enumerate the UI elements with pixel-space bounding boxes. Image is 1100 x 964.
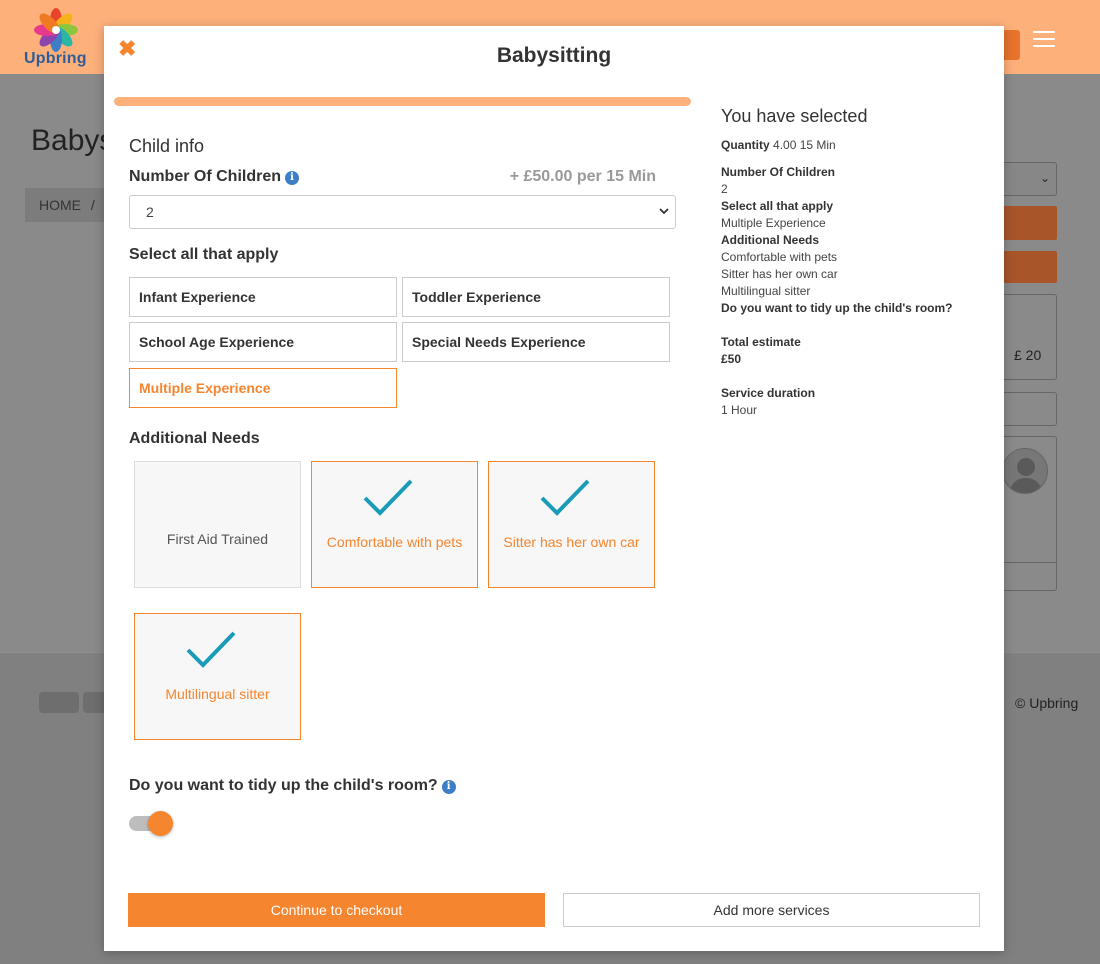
chevron-down-icon bbox=[659, 208, 669, 215]
summary-needs-label: Additional Needs bbox=[721, 233, 820, 247]
background-card bbox=[1000, 392, 1057, 426]
summary-quantity-label: Quantity bbox=[721, 138, 770, 152]
breadcrumb: HOME / bbox=[25, 188, 115, 222]
background-price-card bbox=[1000, 294, 1057, 380]
divider bbox=[1000, 562, 1057, 563]
need-label: First Aid Trained bbox=[166, 531, 269, 547]
tidy-room-label: Do you want to tidy up the child's room?… bbox=[129, 777, 456, 795]
option-special-needs-experience[interactable]: Special Needs Experience bbox=[402, 322, 670, 362]
chevron-down-icon: ⌄ bbox=[1039, 171, 1050, 185]
summary-title: You have selected bbox=[721, 106, 868, 126]
progress-fill bbox=[114, 97, 691, 106]
background-button-secondary[interactable] bbox=[1000, 251, 1057, 283]
summary-need-item: Multilingual sitter bbox=[721, 284, 811, 298]
needs-heading: Additional Needs bbox=[129, 430, 260, 447]
section-heading: Child info bbox=[129, 136, 205, 156]
progress-bar bbox=[114, 97, 691, 106]
select-value: 2 bbox=[146, 204, 154, 220]
selection-summary: Quantity 4.00 15 Min Number Of Children … bbox=[721, 137, 991, 419]
summary-children-value: 2 bbox=[721, 182, 728, 196]
option-toddler-experience[interactable]: Toddler Experience bbox=[402, 277, 670, 317]
option-infant-experience[interactable]: Infant Experience bbox=[129, 277, 397, 317]
page-title: Babys bbox=[31, 124, 115, 157]
social-button[interactable] bbox=[39, 692, 79, 713]
breadcrumb-separator: / bbox=[90, 197, 95, 213]
need-comfortable-with-pets[interactable]: Comfortable with pets bbox=[311, 461, 478, 588]
info-icon[interactable]: i bbox=[285, 171, 300, 185]
continue-to-checkout-button[interactable]: Continue to checkout bbox=[128, 893, 545, 927]
need-sitter-own-car[interactable]: Sitter has her own car bbox=[488, 461, 655, 588]
summary-need-item: Sitter has her own car bbox=[721, 267, 838, 281]
need-first-aid-trained[interactable]: First Aid Trained bbox=[134, 461, 301, 588]
need-label: Multilingual sitter bbox=[165, 686, 270, 702]
info-icon[interactable]: i bbox=[441, 780, 456, 794]
need-label: Sitter has her own car bbox=[503, 534, 640, 550]
option-multiple-experience[interactable]: Multiple Experience bbox=[129, 368, 397, 408]
modal-title: Babysitting bbox=[496, 44, 612, 67]
summary-duration-value: 1 Hour bbox=[721, 403, 758, 417]
add-more-services-button[interactable]: Add more services bbox=[563, 893, 980, 927]
need-label: Comfortable with pets bbox=[326, 534, 463, 550]
summary-apply-value: Multiple Experience bbox=[721, 216, 826, 230]
checkmark-icon bbox=[540, 479, 590, 516]
background-select[interactable]: ⌄ bbox=[1000, 162, 1057, 196]
background-price: £ 20 bbox=[1014, 347, 1042, 363]
price-note: + £50.00 per 15 Min bbox=[509, 168, 656, 185]
children-label-text: Number Of Children bbox=[129, 168, 282, 185]
copyright-text: © Upbring bbox=[1015, 695, 1079, 711]
toggle-knob bbox=[148, 811, 173, 836]
option-school-age-experience[interactable]: School Age Experience bbox=[129, 322, 397, 362]
avatar-icon bbox=[1002, 448, 1048, 494]
apply-heading: Select all that apply bbox=[129, 246, 279, 263]
logo-text[interactable]: Upbring bbox=[24, 50, 87, 68]
summary-need-item: Comfortable with pets bbox=[721, 250, 838, 264]
tidy-room-toggle[interactable] bbox=[129, 811, 175, 837]
summary-apply-label: Select all that apply bbox=[721, 199, 834, 213]
summary-tidy-label: Do you want to tidy up the child's room? bbox=[721, 301, 953, 315]
summary-estimate-label: Total estimate bbox=[721, 335, 801, 349]
need-multilingual-sitter[interactable]: Multilingual sitter bbox=[134, 613, 301, 740]
tidy-room-label-text: Do you want to tidy up the child's room? bbox=[129, 777, 438, 794]
checkmark-icon bbox=[363, 479, 413, 516]
summary-duration-label: Service duration bbox=[721, 386, 816, 400]
background-button-primary[interactable] bbox=[1000, 206, 1057, 240]
summary-quantity: Quantity 4.00 15 Min bbox=[721, 137, 991, 154]
children-label: Number Of Children i bbox=[129, 168, 300, 186]
summary-children-label: Number Of Children bbox=[721, 165, 836, 179]
summary-estimate-value: £50 bbox=[721, 352, 742, 366]
number-of-children-select[interactable]: 2 bbox=[129, 195, 676, 229]
hamburger-menu-icon[interactable] bbox=[1033, 31, 1055, 47]
breadcrumb-home[interactable]: HOME bbox=[39, 197, 81, 213]
summary-quantity-value: 4.00 15 Min bbox=[773, 138, 836, 152]
babysitting-modal: ✖ Babysitting Child info Number Of Child… bbox=[104, 26, 1004, 951]
checkmark-icon bbox=[186, 631, 236, 668]
